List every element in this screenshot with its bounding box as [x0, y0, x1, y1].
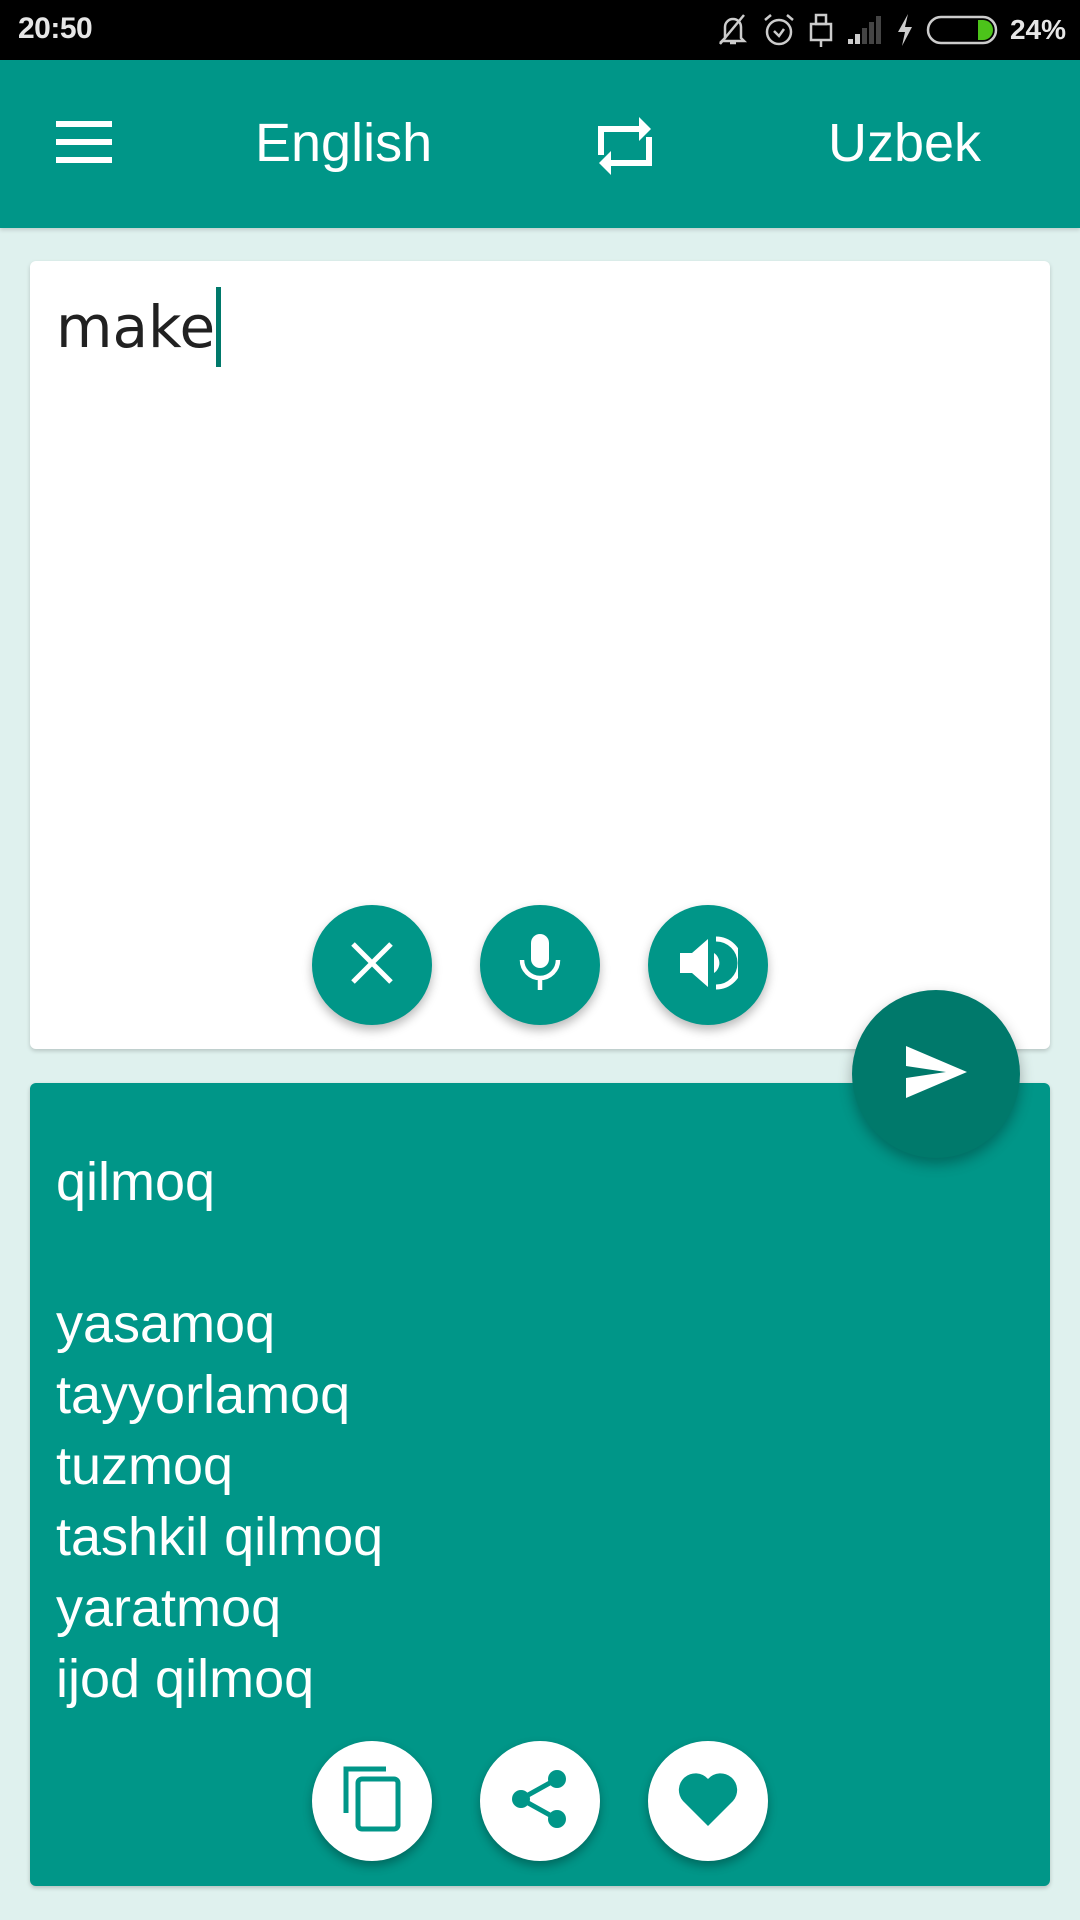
speak-button[interactable] — [648, 905, 768, 1025]
copy-button[interactable] — [312, 1741, 432, 1861]
close-icon — [350, 941, 394, 990]
heart-icon — [677, 1771, 739, 1832]
charging-icon — [896, 13, 914, 47]
alternative-translation: ijod qilmoq — [56, 1649, 315, 1709]
swap-languages-button[interactable] — [580, 108, 670, 188]
clear-button[interactable] — [312, 905, 432, 1025]
source-text: make — [56, 293, 216, 361]
source-text-input[interactable]: make — [56, 287, 222, 367]
status-icons: 24% — [716, 10, 1066, 50]
source-language-selector[interactable]: English — [255, 112, 432, 174]
send-icon — [904, 1045, 968, 1104]
usb-lock-icon — [808, 12, 834, 48]
copy-icon — [342, 1765, 402, 1838]
voice-input-button[interactable] — [480, 905, 600, 1025]
alternative-translation: yaratmoq — [56, 1578, 282, 1638]
target-language-selector[interactable]: Uzbek — [828, 112, 981, 174]
swap-languages-icon — [597, 115, 653, 182]
translate-button[interactable] — [852, 990, 1020, 1158]
battery-icon — [926, 15, 998, 45]
output-card: qilmoq yasamoq tayyorlamoq tuzmoq tashki… — [30, 1083, 1050, 1886]
status-time: 20:50 — [18, 12, 93, 45]
speaker-icon — [678, 935, 743, 996]
favorite-button[interactable] — [648, 1741, 768, 1861]
text-cursor — [216, 287, 222, 367]
menu-button[interactable] — [40, 104, 128, 184]
alternative-translation: tuzmoq — [56, 1436, 234, 1496]
status-bar: 20:50 24% — [0, 0, 1080, 60]
share-icon — [511, 1768, 569, 1835]
battery-percent: 24% — [1009, 14, 1066, 45]
notifications-off-icon — [716, 12, 750, 48]
alternative-translation: yasamoq — [56, 1294, 276, 1354]
app-bar: English Uzbek — [0, 60, 1080, 228]
signal-icon — [846, 15, 884, 45]
alarm-icon — [762, 12, 796, 48]
input-card: make — [30, 261, 1050, 1049]
share-button[interactable] — [480, 1741, 600, 1861]
hamburger-menu-icon — [56, 120, 112, 168]
translation-list: qilmoq yasamoq tayyorlamoq tuzmoq tashki… — [56, 1147, 383, 1715]
primary-translation: qilmoq — [56, 1152, 216, 1212]
microphone-icon — [518, 933, 562, 997]
alternative-translation: tayyorlamoq — [56, 1365, 351, 1425]
spacer — [56, 1218, 383, 1289]
alternative-translation: tashkil qilmoq — [56, 1507, 384, 1567]
